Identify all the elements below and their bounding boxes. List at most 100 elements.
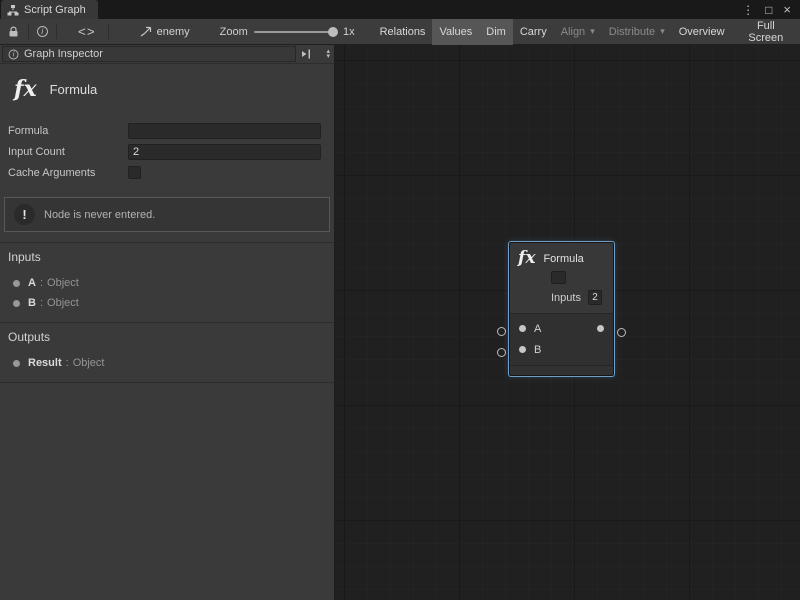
unit-title: Formula [50,82,98,97]
input-port-dot-b[interactable] [519,346,526,353]
unit-settings-form: Formula Input Count Cache Arguments [0,116,334,187]
zoom-label: Zoom [220,26,248,38]
cache-arguments-row: Cache Arguments [8,164,321,181]
formula-fx-icon: fx [14,76,37,102]
node-port-label: B [534,344,541,356]
code-view-button[interactable]: <> [76,19,98,45]
port-dot-icon [13,300,20,307]
formula-field-label: Formula [8,125,128,137]
scroll-down-icon[interactable]: ▾ [326,54,330,59]
graph-toolbar: i <> enemy Zoom 1x Relations Values [0,19,800,45]
graph-inspector-panel: i Graph Inspector ▴ ▾ fx Formula Formula [0,45,335,600]
formula-field-row: Formula [8,122,321,139]
toolbar-separator [108,24,109,39]
relations-button[interactable]: Relations [373,19,433,45]
align-dropdown[interactable]: Align ▾ [554,19,602,45]
port-row-a: A : Object [8,273,326,293]
node-footer [510,365,613,375]
align-dropdown-label: Align [561,26,585,38]
inputs-section: Inputs A : Object B : Object [0,243,334,322]
full-screen-button[interactable]: Full Screen [732,19,800,45]
chevron-down-icon: ▾ [590,26,595,37]
port-dot-icon [13,360,20,367]
warning-text: Node is never entered. [44,209,155,221]
cache-arguments-label: Cache Arguments [8,167,128,179]
outputs-header: Outputs [8,330,326,344]
port-name: B [28,297,36,309]
zoom-slider[interactable] [254,19,338,45]
input-count-input[interactable] [128,144,321,160]
lock-icon [8,26,19,38]
tab-script-graph[interactable]: Script Graph [1,0,98,19]
node-inputs-row: Inputs 2 [551,290,605,305]
carry-button[interactable]: Carry [513,19,554,45]
toolbar-separator [28,24,29,39]
overview-button[interactable]: Overview [672,19,732,45]
dim-button-label: Dim [486,26,506,38]
info-button[interactable]: i [32,19,54,45]
output-port-dot-result[interactable] [597,325,604,332]
script-graph-icon [7,4,19,16]
values-button-label: Values [439,26,472,38]
warning-icon: ! [14,204,35,225]
input-count-label: Input Count [8,146,128,158]
node-inputs-label: Inputs [551,292,581,304]
window-menu-icon[interactable]: ⋮ [742,4,754,16]
chevron-down-icon: ▾ [660,26,665,37]
input-count-row: Input Count [8,143,321,160]
port-name: A [28,277,36,289]
formula-node-header[interactable]: fx Formula Inputs 2 [510,243,613,313]
distribute-dropdown-label: Distribute [609,26,655,38]
connection-point-result[interactable] [617,328,626,337]
values-button[interactable]: Values [432,19,479,45]
port-colon: : [66,357,69,369]
lock-button[interactable] [3,19,25,45]
connection-point-b[interactable] [497,348,506,357]
warning-box: ! Node is never entered. [4,197,330,232]
cache-arguments-checkbox[interactable] [128,166,141,179]
carry-button-label: Carry [520,26,547,38]
tab-label: Script Graph [24,4,86,16]
inspector-title: Graph Inspector [24,48,103,60]
graph-pointer-icon [140,26,152,37]
inspector-title-box[interactable]: i Graph Inspector [2,46,296,62]
node-port-row-a: A [510,318,613,339]
node-fx-icon: fx [518,250,535,267]
unit-header: fx Formula [0,64,334,116]
section-divider [0,382,334,383]
node-port-row-b: B [510,339,613,360]
formula-input[interactable] [128,123,321,139]
overview-button-label: Overview [679,26,725,38]
node-title: Formula [543,253,583,265]
node-title-row: fx Formula [518,250,605,267]
inspector-header-bar: i Graph Inspector ▴ ▾ [0,45,334,64]
connection-point-a[interactable] [497,327,506,336]
graph-reference[interactable]: enemy [140,26,190,38]
graph-canvas[interactable]: fx Formula Inputs 2 A B [335,45,800,600]
port-dot-icon [13,280,20,287]
scroll-stepper[interactable]: ▴ ▾ [326,49,330,59]
port-row-result: Result : Object [8,353,326,373]
node-ports-area: A B [510,313,613,365]
formula-node[interactable]: fx Formula Inputs 2 A B [509,242,614,376]
zoom-value: 1x [343,26,355,38]
graph-name: enemy [157,26,190,38]
window-maximize-icon[interactable]: □ [765,4,772,16]
inputs-header: Inputs [8,250,326,264]
input-port-dot-a[interactable] [519,325,526,332]
zoom-slider-handle[interactable] [328,27,338,37]
dim-button[interactable]: Dim [479,19,513,45]
window-close-icon[interactable]: × [783,3,791,16]
dock-panel-icon[interactable] [300,48,312,60]
toolbar-separator [56,24,57,39]
port-type: Object [47,277,79,289]
node-formula-input[interactable] [551,271,566,284]
outputs-section: Outputs Result : Object [0,323,334,382]
unity-script-graph-window: Script Graph ⋮ □ × i <> [0,0,800,600]
distribute-dropdown[interactable]: Distribute ▾ [602,19,672,45]
code-icon: <> [78,24,96,39]
relations-button-label: Relations [380,26,426,38]
node-port-label: A [534,323,541,335]
port-colon: : [40,297,43,309]
node-input-count-field[interactable]: 2 [588,290,602,305]
